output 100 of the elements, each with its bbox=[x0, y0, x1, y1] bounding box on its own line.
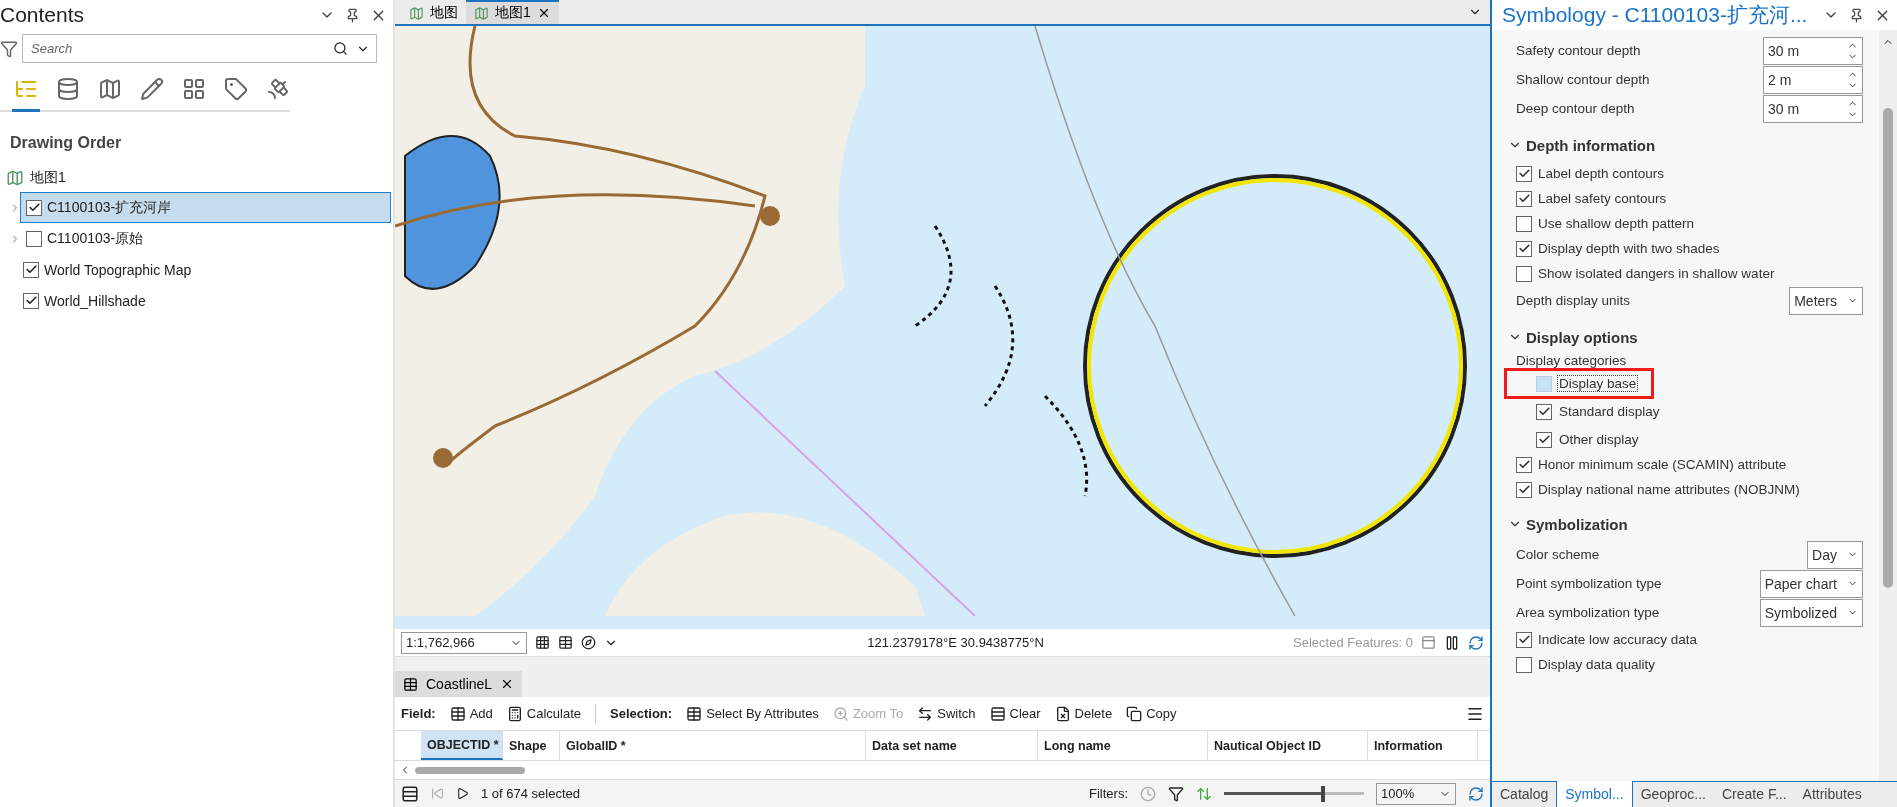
field-label: Point symbolization type bbox=[1516, 576, 1663, 591]
checkbox-label[interactable]: Use shallow depth pattern bbox=[1538, 216, 1695, 231]
table-icon[interactable] bbox=[558, 635, 573, 650]
section-header[interactable]: Depth information bbox=[1508, 133, 1656, 157]
checkbox-label[interactable]: Display base bbox=[1558, 376, 1638, 391]
pin-icon[interactable] bbox=[1849, 7, 1864, 23]
layer-row[interactable]: World Topographic Map bbox=[20, 254, 391, 285]
checkbox[interactable] bbox=[1516, 265, 1532, 282]
section-header[interactable]: Symbolization bbox=[1508, 512, 1628, 536]
panel-title: Contents bbox=[0, 3, 86, 27]
map-tab[interactable]: 地图1 bbox=[466, 0, 559, 24]
checkbox[interactable] bbox=[1536, 403, 1552, 420]
checkbox[interactable] bbox=[23, 261, 39, 278]
checkbox[interactable] bbox=[1516, 190, 1532, 207]
checkbox-label[interactable]: Standard display bbox=[1558, 404, 1661, 419]
copy-icon bbox=[1126, 705, 1143, 722]
table-add-icon bbox=[449, 705, 466, 722]
checkbox-label[interactable]: Other display bbox=[1558, 432, 1640, 447]
refresh-icon[interactable] bbox=[1468, 785, 1484, 802]
panel-title: Symbology - C1100103-扩充河... bbox=[1502, 2, 1809, 28]
next-icon[interactable] bbox=[456, 787, 469, 800]
toolbar-button[interactable]: Add bbox=[449, 705, 493, 722]
checkbox-label[interactable]: Label safety contours bbox=[1538, 191, 1667, 206]
checkbox[interactable] bbox=[1516, 481, 1532, 498]
search-box[interactable]: Search bbox=[22, 34, 377, 63]
toolbar-button[interactable]: Clear bbox=[989, 705, 1041, 722]
map-name[interactable]: 地图1 bbox=[30, 169, 66, 187]
column-header[interactable]: OBJECTID * bbox=[421, 731, 503, 760]
checkbox-label[interactable]: Honor minimum scale (SCAMIN) attribute bbox=[1538, 457, 1787, 472]
toolbar-button[interactable]: Switch bbox=[917, 705, 976, 722]
scrollbar-thumb[interactable] bbox=[415, 766, 525, 774]
grid-icon[interactable] bbox=[535, 635, 550, 650]
section-header[interactable]: Display options bbox=[1508, 325, 1638, 349]
filters-label: Filters: bbox=[1089, 786, 1128, 801]
pin-icon[interactable] bbox=[345, 7, 360, 23]
toolbar-label: Field: bbox=[401, 706, 436, 721]
coordinates-readout: 121.2379178°E 30.9438775°N bbox=[866, 635, 1045, 650]
toolbar-button[interactable]: Delete bbox=[1054, 705, 1113, 722]
sort-icon[interactable] bbox=[1196, 785, 1212, 802]
field-label: Depth display units bbox=[1516, 293, 1632, 308]
panel-icon[interactable] bbox=[1421, 635, 1436, 650]
layer-name: C1100103-扩充河岸 bbox=[47, 198, 172, 217]
refresh-icon[interactable] bbox=[1468, 634, 1484, 651]
map-tab[interactable]: 地图 bbox=[401, 0, 466, 24]
switch-arrows-icon bbox=[917, 705, 934, 722]
group-caption: Display categories bbox=[1516, 353, 1628, 370]
field-label: Deep contour depth bbox=[1516, 101, 1636, 116]
checkbox[interactable] bbox=[1536, 431, 1552, 448]
dropdown[interactable]: Paper chart bbox=[1759, 569, 1863, 598]
checkbox[interactable] bbox=[26, 230, 42, 247]
panel-tab[interactable]: Attributes bbox=[1794, 781, 1870, 807]
table-tab[interactable]: CoastlineL bbox=[395, 671, 523, 697]
toolbar-button[interactable]: Copy bbox=[1126, 705, 1177, 722]
layer-row[interactable]: C1100103-原始 bbox=[20, 223, 391, 254]
list-view-icon[interactable] bbox=[401, 784, 419, 803]
toolbar-label: Selection: bbox=[610, 706, 673, 721]
checkbox[interactable] bbox=[1516, 656, 1532, 673]
checkbox[interactable] bbox=[1516, 631, 1532, 648]
checkbox[interactable] bbox=[23, 292, 39, 309]
number-field[interactable]: 30 m bbox=[1763, 94, 1863, 123]
pause-icon[interactable] bbox=[1444, 634, 1460, 651]
selected-features-count: Selected Features: 0 bbox=[1293, 635, 1413, 650]
map-icon bbox=[409, 5, 424, 21]
checkbox[interactable] bbox=[26, 199, 42, 216]
checkbox[interactable] bbox=[1516, 215, 1532, 232]
checkbox-label[interactable]: Show isolated dangers in shallow water bbox=[1538, 266, 1775, 281]
scrollbar-thumb[interactable] bbox=[1883, 108, 1893, 588]
checkbox-label[interactable]: Display national name attributes (NOBJNM) bbox=[1538, 482, 1800, 497]
search-field[interactable]: Search bbox=[29, 40, 325, 57]
panel-tab[interactable]: Geoproc... bbox=[1632, 781, 1714, 807]
checkbox-label[interactable]: Indicate low accuracy data bbox=[1538, 632, 1698, 647]
checkbox[interactable] bbox=[1516, 240, 1532, 257]
checkbox-label[interactable]: Display depth with two shades bbox=[1538, 241, 1720, 256]
checkbox[interactable] bbox=[1516, 456, 1532, 473]
dropdown[interactable]: Meters bbox=[1789, 286, 1863, 315]
compass-icon[interactable] bbox=[581, 635, 596, 650]
pencil-icon bbox=[140, 77, 164, 101]
search-icon[interactable] bbox=[333, 41, 348, 56]
checkbox-label[interactable]: Label depth contours bbox=[1538, 166, 1665, 181]
toolbar-button[interactable]: Select By Attributes bbox=[686, 705, 819, 722]
field-label: Shallow contour depth bbox=[1516, 72, 1651, 87]
layer-name: World Topographic Map bbox=[44, 261, 192, 278]
zoom-dropdown[interactable]: 100% bbox=[1376, 782, 1456, 805]
filter-icon[interactable] bbox=[1168, 785, 1184, 802]
checkbox-label[interactable]: Display data quality bbox=[1538, 657, 1656, 672]
number-field[interactable]: 2 m bbox=[1763, 65, 1863, 94]
scale-dropdown[interactable]: 1:1,762,966 bbox=[401, 631, 527, 654]
toolbar-button[interactable]: Calculate bbox=[506, 705, 581, 722]
table-icon bbox=[403, 676, 418, 692]
layer-row[interactable]: World_Hillshade bbox=[20, 285, 391, 316]
panel-tab[interactable]: Create F... bbox=[1714, 781, 1795, 807]
delete-icon bbox=[1054, 705, 1071, 722]
calculator-icon bbox=[506, 705, 523, 722]
panel-tab[interactable]: Symbol... bbox=[1556, 781, 1633, 807]
checkbox[interactable] bbox=[1516, 165, 1532, 182]
panel-tab[interactable]: Catalog bbox=[1492, 781, 1557, 807]
number-field[interactable]: 30 m bbox=[1763, 36, 1863, 65]
dropdown[interactable]: Symbolized bbox=[1759, 598, 1863, 627]
map-icon bbox=[6, 169, 24, 187]
dropdown[interactable]: Day bbox=[1807, 540, 1863, 569]
